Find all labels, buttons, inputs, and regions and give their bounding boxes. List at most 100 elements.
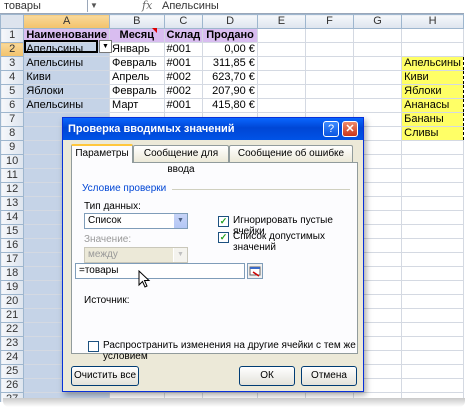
- tab-error-message[interactable]: Сообщение об ошибке: [229, 145, 353, 162]
- cell[interactable]: [401, 322, 464, 337]
- cell[interactable]: [401, 28, 464, 43]
- source-input[interactable]: =товары: [75, 263, 245, 279]
- cell[interactable]: [401, 182, 464, 197]
- cell[interactable]: [256, 70, 306, 85]
- row-header[interactable]: 21: [0, 308, 25, 323]
- cell[interactable]: [352, 42, 403, 57]
- cell[interactable]: [401, 140, 464, 155]
- table-cell[interactable]: Апрель: [109, 70, 165, 85]
- cell[interactable]: [401, 168, 464, 183]
- row-header[interactable]: 3: [0, 56, 25, 71]
- cell[interactable]: [401, 336, 464, 351]
- row-header[interactable]: 12: [0, 182, 25, 197]
- table-cell[interactable]: 311,85 €: [202, 56, 258, 71]
- cell[interactable]: [304, 42, 354, 57]
- cell[interactable]: [352, 28, 403, 43]
- formula-input[interactable]: Апельсины: [162, 0, 219, 12]
- table-cell[interactable]: 0,00 €: [202, 42, 258, 57]
- row-header[interactable]: 20: [0, 294, 25, 309]
- table-header-cell[interactable]: Склад: [163, 28, 204, 43]
- cell[interactable]: [401, 238, 464, 253]
- row-header[interactable]: 17: [0, 252, 25, 267]
- cell[interactable]: [401, 308, 464, 323]
- cell[interactable]: [256, 28, 306, 43]
- cell[interactable]: [304, 84, 354, 99]
- help-button[interactable]: ?: [323, 121, 339, 137]
- name-box[interactable]: товары: [0, 0, 88, 12]
- table-cell[interactable]: 623,70 €: [202, 70, 258, 85]
- cell[interactable]: [401, 378, 464, 393]
- list-cell[interactable]: Яблоки: [401, 84, 464, 99]
- cell[interactable]: [256, 56, 306, 71]
- cell[interactable]: [401, 154, 464, 169]
- table-cell[interactable]: #001: [163, 98, 204, 113]
- cell[interactable]: [304, 98, 354, 113]
- cell[interactable]: [401, 196, 464, 211]
- row-header[interactable]: 1: [0, 28, 25, 43]
- table-cell[interactable]: 207,90 €: [202, 84, 258, 99]
- cancel-button[interactable]: Отмена: [301, 366, 357, 386]
- column-header-b[interactable]: B: [109, 14, 165, 29]
- row-header[interactable]: 26: [0, 378, 25, 393]
- column-header-a[interactable]: A: [23, 14, 111, 29]
- list-cell[interactable]: Апельсины: [401, 56, 464, 71]
- list-cell[interactable]: Сливы: [401, 126, 464, 141]
- column-header-e[interactable]: E: [256, 14, 306, 29]
- row-header[interactable]: 11: [0, 168, 25, 183]
- table-cell[interactable]: Яблоки: [23, 84, 111, 99]
- apply-all-checkbox[interactable]: [88, 341, 99, 352]
- cell[interactable]: [256, 98, 306, 113]
- row-header[interactable]: 2: [0, 42, 25, 57]
- range-select-button[interactable]: [247, 263, 263, 279]
- column-header-h[interactable]: H: [401, 14, 464, 29]
- data-type-select[interactable]: Список ▼: [84, 213, 188, 229]
- row-header[interactable]: 15: [0, 224, 25, 239]
- row-header[interactable]: 16: [0, 238, 25, 253]
- row-header[interactable]: 22: [0, 322, 25, 337]
- function-icon[interactable]: fx: [142, 0, 152, 12]
- row-header[interactable]: 7: [0, 112, 25, 127]
- ok-button[interactable]: ОК: [239, 366, 295, 386]
- table-cell[interactable]: #001: [163, 42, 204, 57]
- name-box-dropdown-icon[interactable]: ▼: [90, 1, 98, 10]
- cell-dropdown-button[interactable]: ▼: [99, 40, 112, 53]
- column-header-g[interactable]: G: [352, 14, 403, 29]
- list-cell[interactable]: Киви: [401, 70, 464, 85]
- cell[interactable]: [401, 224, 464, 239]
- table-cell[interactable]: Февраль: [109, 84, 165, 99]
- table-cell[interactable]: Март: [109, 98, 165, 113]
- cell[interactable]: [256, 84, 306, 99]
- table-cell[interactable]: 415,80 €: [202, 98, 258, 113]
- row-header[interactable]: 13: [0, 196, 25, 211]
- cell[interactable]: [304, 56, 354, 71]
- chevron-down-icon[interactable]: ▼: [173, 214, 187, 228]
- cell[interactable]: [304, 70, 354, 85]
- cell[interactable]: [352, 84, 403, 99]
- column-header-d[interactable]: D: [202, 14, 258, 29]
- row-header[interactable]: 5: [0, 84, 25, 99]
- cell[interactable]: [304, 28, 354, 43]
- column-header-f[interactable]: F: [304, 14, 354, 29]
- row-header[interactable]: 9: [0, 140, 25, 155]
- row-header[interactable]: 14: [0, 210, 25, 225]
- dropdown-list-checkbox[interactable]: ✓: [218, 232, 229, 243]
- table-header-cell[interactable]: Продано: [202, 28, 258, 43]
- table-cell[interactable]: Апельсины: [23, 98, 111, 113]
- row-header[interactable]: 18: [0, 266, 25, 281]
- cell[interactable]: [401, 280, 464, 295]
- tab-input-message[interactable]: Сообщение для ввода: [133, 145, 229, 175]
- cell[interactable]: [401, 364, 464, 379]
- list-cell[interactable]: Ананасы: [401, 98, 464, 113]
- row-header[interactable]: 4: [0, 70, 25, 85]
- column-header-c[interactable]: C: [163, 14, 204, 29]
- cell[interactable]: [352, 70, 403, 85]
- clear-all-button[interactable]: Очистить все: [71, 366, 139, 386]
- row-header[interactable]: 25: [0, 364, 25, 379]
- table-cell[interactable]: Февраль: [109, 56, 165, 71]
- table-cell[interactable]: Январь: [109, 42, 165, 57]
- table-cell[interactable]: Апельсины: [23, 56, 111, 71]
- row-header[interactable]: 8: [0, 126, 25, 141]
- select-all-corner[interactable]: [0, 14, 25, 29]
- table-cell[interactable]: #002: [163, 84, 204, 99]
- ignore-blank-checkbox[interactable]: ✓: [218, 216, 229, 227]
